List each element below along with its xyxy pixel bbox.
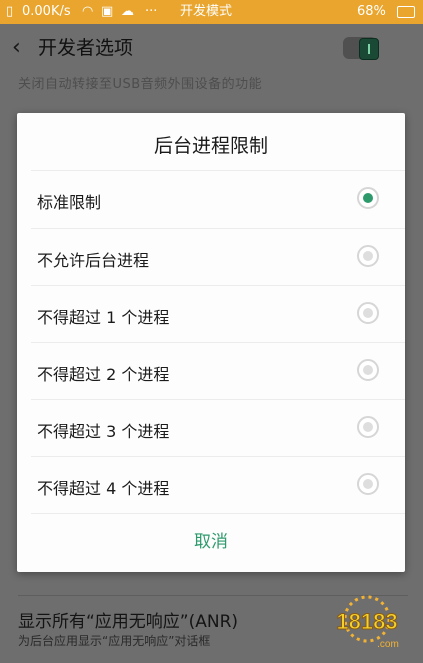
developer-mode-text: 开发模式 (180, 4, 233, 19)
radio-dot (363, 251, 373, 261)
option-no-background[interactable]: 不允许后台进程 (17, 229, 405, 286)
radio-dot (363, 308, 373, 318)
background-process-limit-dialog: 后台进程限制 标准限制 不允许后台进程 不得超过 1 个进程 不得超过 2 个进… (17, 113, 405, 572)
option-standard-limit[interactable]: 标准限制 (17, 171, 405, 228)
radio-dot (363, 422, 373, 432)
battery-icon (397, 6, 415, 18)
option-max-2[interactable]: 不得超过 2 个进程 (17, 343, 405, 400)
more-icon: ··· (145, 4, 158, 19)
watermark-sub: .com (377, 639, 399, 650)
wifi-icon: ◠ (82, 4, 94, 19)
status-bar: ▯ 0.00K/s ◠ ▣ ☁ ··· 开发模式 68% (0, 0, 423, 24)
option-label: 不得超过 1 个进程 (37, 308, 170, 327)
option-label: 不得超过 4 个进程 (37, 479, 170, 498)
option-label: 不得超过 3 个进程 (37, 422, 170, 441)
radio-dot (363, 193, 373, 203)
toggle-knob (359, 38, 379, 60)
option-max-1[interactable]: 不得超过 1 个进程 (17, 286, 405, 343)
watermark-text: 18183 (336, 609, 397, 634)
radio-dot (363, 479, 373, 489)
cancel-button[interactable]: 取消 (17, 513, 405, 572)
radio-button[interactable] (357, 302, 379, 324)
option-max-4[interactable]: 不得超过 4 个进程 (17, 457, 405, 514)
option-max-3[interactable]: 不得超过 3 个进程 (17, 400, 405, 457)
anr-setting-title[interactable]: 显示所有“应用无响应”(ANR) (18, 607, 238, 632)
sim-icon: ▯ (6, 4, 14, 19)
network-speed: 0.00K/s (22, 4, 71, 19)
radio-button[interactable] (357, 473, 379, 495)
developer-options-toggle[interactable] (343, 37, 379, 60)
radio-dot (363, 365, 373, 375)
option-label: 不允许后台进程 (37, 251, 150, 270)
chevron-left-icon[interactable]: ‹ (12, 36, 26, 60)
radio-button[interactable] (357, 359, 379, 381)
page-title: 开发者选项 (38, 37, 134, 59)
photo-icon: ▣ (101, 4, 114, 19)
watermark-logo: 18183 .com (336, 595, 399, 650)
option-label: 不得超过 2 个进程 (37, 365, 170, 384)
radio-button[interactable] (357, 245, 379, 267)
radio-button[interactable] (357, 416, 379, 438)
anr-setting-subtitle: 为后台应用显示“应用无响应”对话框 (18, 634, 211, 648)
background-setting-text: 关闭自动转接至USB音频外围设备的功能 (18, 77, 263, 92)
weather-icon: ☁ (121, 4, 134, 19)
dialog-title: 后台进程限制 (153, 135, 268, 157)
option-label: 标准限制 (37, 193, 102, 212)
radio-button[interactable] (357, 187, 379, 209)
battery-percent: 68% (357, 4, 386, 19)
